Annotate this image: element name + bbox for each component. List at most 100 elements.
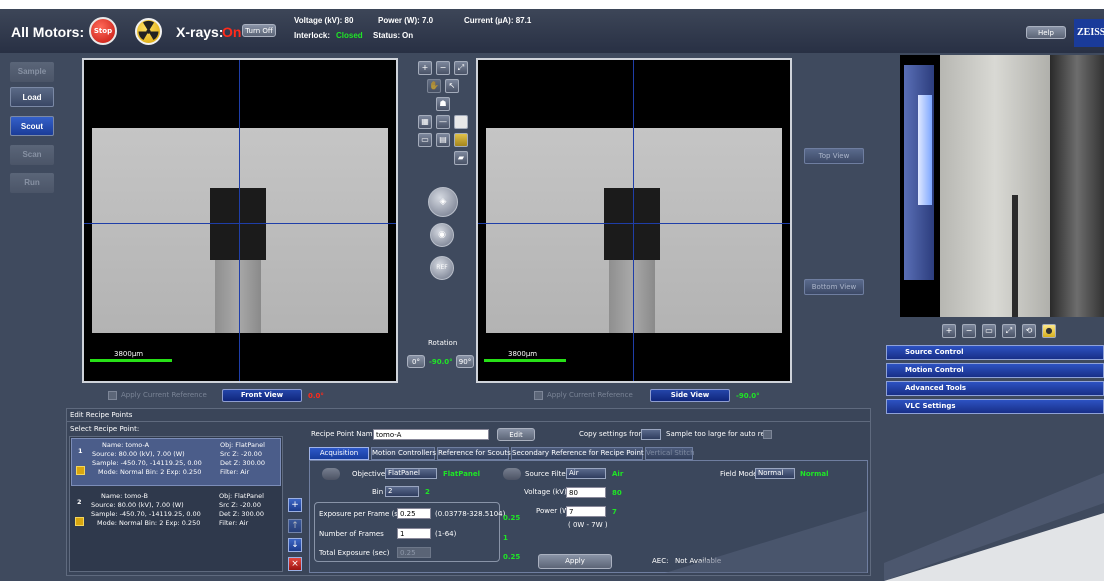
field-mode-dropdown[interactable]: Normal (755, 468, 795, 479)
bottom-view-button[interactable]: Bottom View (804, 279, 864, 295)
interlock-value: Closed (336, 31, 363, 40)
stage-icon[interactable]: ▰ (454, 151, 468, 165)
help-button[interactable]: Help (1026, 26, 1066, 39)
apply-reference-front-checkbox[interactable] (108, 391, 117, 400)
sample-cube (604, 188, 660, 260)
camera-reset-icon[interactable]: ⟲ (1022, 324, 1036, 338)
source-filter-dropdown[interactable]: Air (566, 468, 606, 479)
copy-settings-dropdown[interactable] (641, 429, 661, 440)
move-down-icon[interactable]: ↓ (288, 538, 302, 552)
ref-button[interactable]: REF (430, 256, 454, 280)
tab-secondary-reference[interactable]: Secondary Reference for Recipe Point (511, 447, 644, 460)
bin-dropdown[interactable]: 2 (385, 486, 419, 497)
nav-run-button[interactable]: Run (10, 173, 54, 193)
zoom-fit-icon[interactable]: ⤢ (454, 61, 468, 75)
pointer-icon[interactable]: ↖ (445, 79, 459, 93)
rotation-label: Rotation (428, 339, 458, 347)
person-icon[interactable]: ☗ (436, 97, 450, 111)
nav-scout-button[interactable]: Scout (10, 116, 54, 136)
nav-sample-button[interactable]: Sample (10, 62, 54, 82)
radiation-icon[interactable] (135, 18, 162, 45)
edit-button[interactable]: Edit (497, 428, 535, 441)
top-view-button[interactable]: Top View (804, 148, 864, 164)
camera-view-icon[interactable]: ▭ (418, 133, 432, 147)
current-readout: Current (µA): 87.1 (464, 16, 532, 25)
rotate-0-button[interactable]: 0° (407, 355, 425, 368)
voltage-status: 80 (612, 489, 622, 497)
front-view-viewport[interactable]: 3800µm (82, 58, 398, 383)
camera-view-icon[interactable]: ▭ (982, 324, 996, 338)
lightbulb-icon[interactable]: ● (1042, 324, 1056, 338)
recipe-point-item[interactable]: 1 Name: tomo-A Obj: FlatPanel Source: 80… (71, 438, 281, 486)
nav-scan-button[interactable]: Scan (10, 145, 54, 165)
too-large-checkbox[interactable] (763, 430, 772, 439)
recipe-point-name-input[interactable]: tomo-A (373, 429, 489, 440)
zoom-in-icon[interactable]: + (418, 61, 432, 75)
all-motors-label: All Motors: (11, 24, 85, 40)
apply-reference-side-checkbox[interactable] (534, 391, 543, 400)
advanced-tools-panel[interactable]: Advanced Tools (886, 381, 1104, 396)
sample-cube (210, 188, 266, 260)
zoom-out-icon[interactable]: − (436, 61, 450, 75)
tab-reference-for-scouts[interactable]: Reference for Scouts (437, 447, 511, 460)
camera-zoom-out-icon[interactable]: − (962, 324, 976, 338)
image-mode-icon[interactable]: ▦ (418, 115, 432, 129)
total-exposure-status: 0.25 (503, 553, 521, 561)
objective-dropdown[interactable]: FlatPanel (385, 468, 437, 479)
power-range: ( 0W - 7W ) (568, 521, 608, 529)
divider (67, 421, 870, 422)
source-control-panel[interactable]: Source Control (886, 345, 1104, 360)
stop-button[interactable]: Stop (89, 17, 117, 45)
vlc-settings-panel[interactable]: VLC Settings (886, 399, 1104, 414)
voltage-input[interactable]: 80 (566, 487, 606, 498)
field-mode-status: Normal (800, 470, 829, 478)
pause-icon[interactable] (76, 466, 85, 475)
line-tool-icon[interactable]: — (436, 115, 450, 129)
recipe-mode: Mode: Normal Bin: 2 Exp: 0.250 (97, 519, 201, 527)
move-up-icon[interactable]: ↑ (288, 519, 302, 533)
tab-acquisition[interactable]: Acquisition (309, 447, 369, 460)
frames-input[interactable]: 1 (397, 528, 431, 539)
sample-stem (215, 248, 261, 333)
crosshair-horizontal (478, 223, 790, 224)
delete-recipe-point-icon[interactable]: × (288, 557, 302, 571)
xrays-label: X-rays: (176, 24, 224, 40)
folder-icon[interactable] (454, 133, 468, 147)
exposure-input[interactable]: 0.25 (397, 508, 431, 519)
recipe-point-list[interactable]: 1 Name: tomo-A Obj: FlatPanel Source: 80… (69, 436, 283, 572)
rotate-90-button[interactable]: 90° (456, 355, 474, 368)
copy-settings-label: Copy settings from: (579, 430, 648, 438)
motion-control-panel[interactable]: Motion Control (886, 363, 1104, 378)
front-view-button[interactable]: Front View (222, 389, 302, 402)
bin-status: 2 (425, 488, 430, 496)
sample-snapshot-icon[interactable]: ◈ (428, 187, 458, 217)
recipe-name: Name: tomo-A (102, 441, 150, 449)
apply-button[interactable]: Apply (538, 554, 612, 569)
top-status-bar: All Motors: Stop X-rays: On Turn Off Vol… (0, 9, 1104, 53)
status-label: Status: (373, 31, 401, 40)
side-view-viewport[interactable]: 3800µm (476, 58, 792, 383)
power-input[interactable]: 7 (566, 506, 606, 517)
side-view-image (486, 128, 782, 333)
front-view-angle: 0.0° (308, 392, 324, 400)
too-large-label: Sample too large for auto refs (666, 430, 771, 438)
camera-fit-icon[interactable]: ⤢ (1002, 324, 1016, 338)
add-recipe-point-icon[interactable]: + (288, 498, 302, 512)
camera-zoom-in-icon[interactable]: + (942, 324, 956, 338)
power-readout: Power (W): 7.0 (378, 16, 434, 25)
white-box-icon[interactable] (454, 115, 468, 129)
palette-icon[interactable]: ▤ (436, 133, 450, 147)
recipe-point-name-label: Recipe Point Name (311, 430, 377, 438)
turn-off-button[interactable]: Turn Off (242, 24, 276, 37)
side-view-button[interactable]: Side View (650, 389, 730, 402)
side-scale-label: 3800µm (508, 350, 538, 358)
pause-icon[interactable] (75, 517, 84, 526)
tab-vertical-stitch[interactable]: Vertical Stitch (645, 447, 695, 460)
nav-load-button[interactable]: Load (10, 87, 54, 107)
frames-label: Number of Frames (319, 530, 384, 538)
tab-motion-controllers[interactable]: Motion Controllers (371, 447, 436, 460)
pan-hand-icon[interactable]: ✋ (427, 79, 441, 93)
status-value: On (402, 31, 414, 40)
camera-capture-icon[interactable]: ◉ (430, 223, 454, 247)
recipe-point-item[interactable]: 2 Name: tomo-B Obj: FlatPanel Source: 80… (71, 490, 281, 538)
